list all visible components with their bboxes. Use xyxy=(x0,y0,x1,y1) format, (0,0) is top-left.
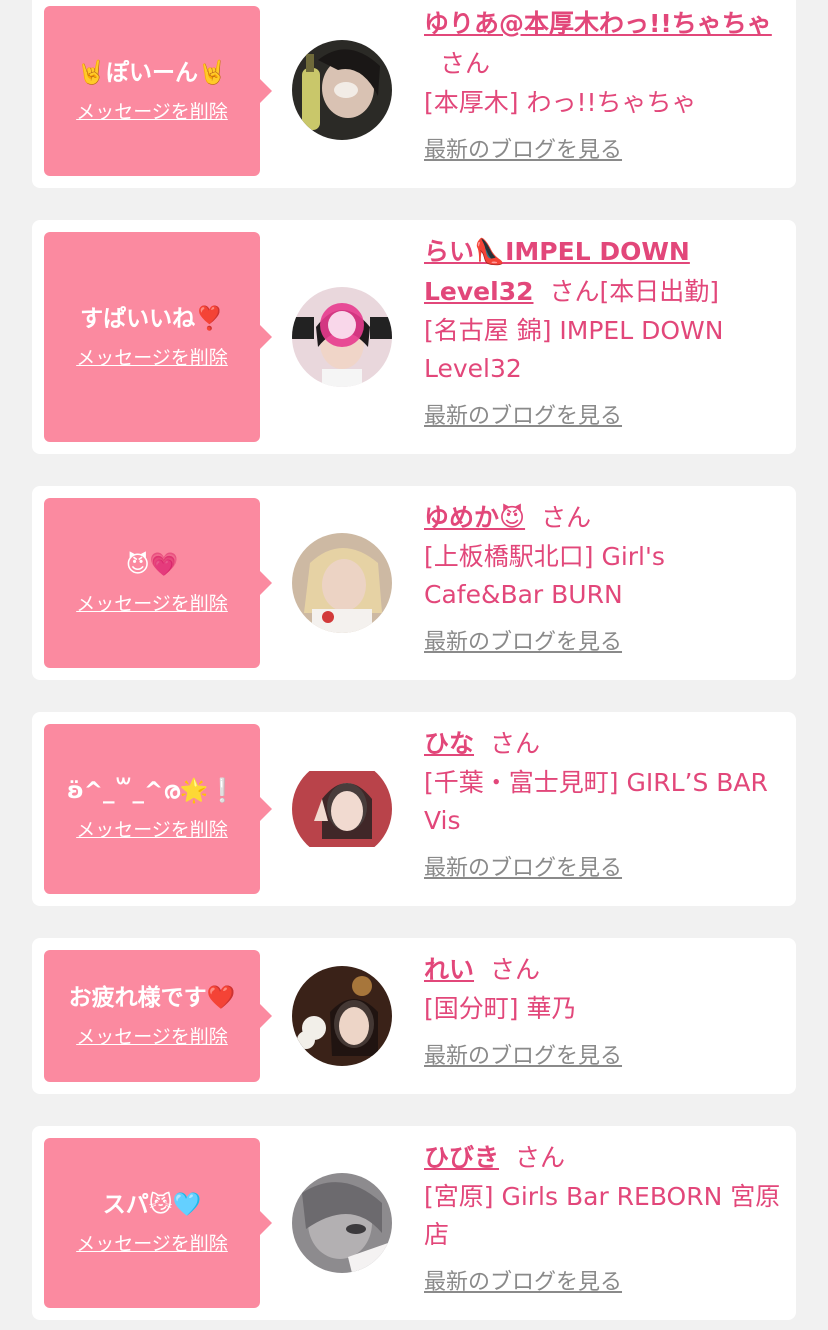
shop-name: [本厚木] わっ!!ちゃちゃ xyxy=(424,88,697,117)
message-bubble: スパ😼🩵 メッセージを削除 xyxy=(44,1138,272,1308)
message-card: 😈💗 メッセージを削除 ゆめか😈 さん [上板橋駅北口] Girl's Cafe&… xyxy=(32,486,796,680)
shop-name: [千葉・富士見町] GIRL’S BAR Vis xyxy=(424,768,768,835)
message-bubble: ʚ̈^_꒳_^ര🌟❕ メッセージを削除 xyxy=(44,724,272,894)
latest-blog-link[interactable]: 最新のブログを見る xyxy=(424,402,622,432)
latest-blog-link[interactable]: 最新のブログを見る xyxy=(424,136,622,166)
message-text: お疲れ様です❤️ xyxy=(68,985,236,1011)
message-text: 🤘ぽいーん🤘 xyxy=(77,60,227,86)
honorific: さん xyxy=(490,729,541,758)
avatar[interactable] xyxy=(292,40,392,140)
message-text: 😈💗 xyxy=(125,552,179,578)
honorific: さん xyxy=(541,503,592,532)
girl-info: ゆりあ@本厚木わっ!!ちゃちゃさん [本厚木] わっ!!ちゃちゃ 最新のブログを… xyxy=(424,4,782,166)
message-bubble: 🤘ぽいーん🤘 メッセージを削除 xyxy=(44,6,272,176)
avatar-photo xyxy=(292,287,392,387)
girl-name-link[interactable]: ゆめか😈 xyxy=(424,503,525,532)
shop-name: [名古屋 錦] IMPEL DOWN Level32 xyxy=(424,316,724,383)
latest-blog-link[interactable]: 最新のブログを見る xyxy=(424,628,622,658)
message-list-page: { "colors": { "accent": "#e2477a", "bubb… xyxy=(0,0,828,1330)
girl-info: ひびき さん [宮原] Girls Bar REBORN 宮原店 最新のブログを見… xyxy=(424,1138,782,1298)
avatar-photo xyxy=(292,533,392,633)
avatar[interactable] xyxy=(292,1173,392,1273)
message-text: ʚ̈^_꒳_^ര🌟❕ xyxy=(66,778,238,804)
shop-name: [国分町] 華乃 xyxy=(424,994,577,1023)
avatar-photo xyxy=(292,1173,392,1273)
girl-info: ゆめか😈 さん [上板橋駅北口] Girl's Cafe&Bar BURN 最新の… xyxy=(424,498,782,658)
avatar[interactable] xyxy=(292,966,392,1066)
avatar[interactable] xyxy=(292,287,392,387)
delete-message-link[interactable]: メッセージを削除 xyxy=(76,100,228,124)
honorific: さん xyxy=(490,955,541,984)
delete-message-link[interactable]: メッセージを削除 xyxy=(76,1025,228,1049)
girl-name-link[interactable]: ひびき xyxy=(424,1143,499,1172)
latest-blog-link[interactable]: 最新のブログを見る xyxy=(424,1042,622,1072)
delete-message-link[interactable]: メッセージを削除 xyxy=(76,1232,228,1256)
message-card: お疲れ様です❤️ メッセージを削除 れい さん [国分町] 華乃 最新のブログを見… xyxy=(32,938,796,1094)
avatar[interactable] xyxy=(292,759,392,859)
message-text: スパ😼🩵 xyxy=(102,1192,202,1218)
avatar-photo xyxy=(292,759,392,859)
girl-name-link[interactable]: ひな xyxy=(424,729,474,758)
delete-message-link[interactable]: メッセージを削除 xyxy=(76,592,228,616)
girl-name-link[interactable]: ゆりあ@本厚木わっ!!ちゃちゃ xyxy=(424,9,772,38)
message-bubble: すぱいいね❣️ メッセージを削除 xyxy=(44,232,272,442)
message-card: スパ😼🩵 メッセージを削除 ひびき さん [宮原] Girls Bar REBOR… xyxy=(32,1126,796,1320)
message-bubble: お疲れ様です❤️ メッセージを削除 xyxy=(44,950,272,1082)
avatar-photo xyxy=(292,966,392,1066)
girl-info: ひな さん [千葉・富士見町] GIRL’S BAR Vis 最新のブログを見る xyxy=(424,724,782,884)
shop-name: [宮原] Girls Bar REBORN 宮原店 xyxy=(424,1182,781,1249)
message-card: ʚ̈^_꒳_^ര🌟❕ メッセージを削除 ひな さん [千葉・富士見町] GIRL’… xyxy=(32,712,796,906)
girl-info: らい👠IMPEL DOWN Level32 さん[本日出勤] [名古屋 錦] IM… xyxy=(424,232,782,432)
latest-blog-link[interactable]: 最新のブログを見る xyxy=(424,1268,622,1298)
shop-name: [上板橋駅北口] Girl's Cafe&Bar BURN xyxy=(424,542,665,609)
honorific: さん xyxy=(549,277,600,306)
delete-message-link[interactable]: メッセージを削除 xyxy=(76,346,228,370)
avatar-photo xyxy=(292,40,392,140)
girl-name-link[interactable]: れい xyxy=(424,955,474,984)
message-card: 🤘ぽいーん🤘 メッセージを削除 ゆりあ@本厚木わっ!!ちゃちゃさん [本厚木] … xyxy=(32,0,796,188)
honorific: さん xyxy=(515,1143,566,1172)
status-tag: [本日出勤] xyxy=(599,277,720,306)
latest-blog-link[interactable]: 最新のブログを見る xyxy=(424,854,622,884)
honorific: さん xyxy=(440,49,491,78)
delete-message-link[interactable]: メッセージを削除 xyxy=(76,818,228,842)
message-card: すぱいいね❣️ メッセージを削除 らい👠IMPEL DOWN Level32 さん… xyxy=(32,220,796,454)
girl-info: れい さん [国分町] 華乃 最新のブログを見る xyxy=(424,950,782,1072)
avatar[interactable] xyxy=(292,533,392,633)
message-bubble: 😈💗 メッセージを削除 xyxy=(44,498,272,668)
message-text: すぱいいね❣️ xyxy=(80,306,224,332)
